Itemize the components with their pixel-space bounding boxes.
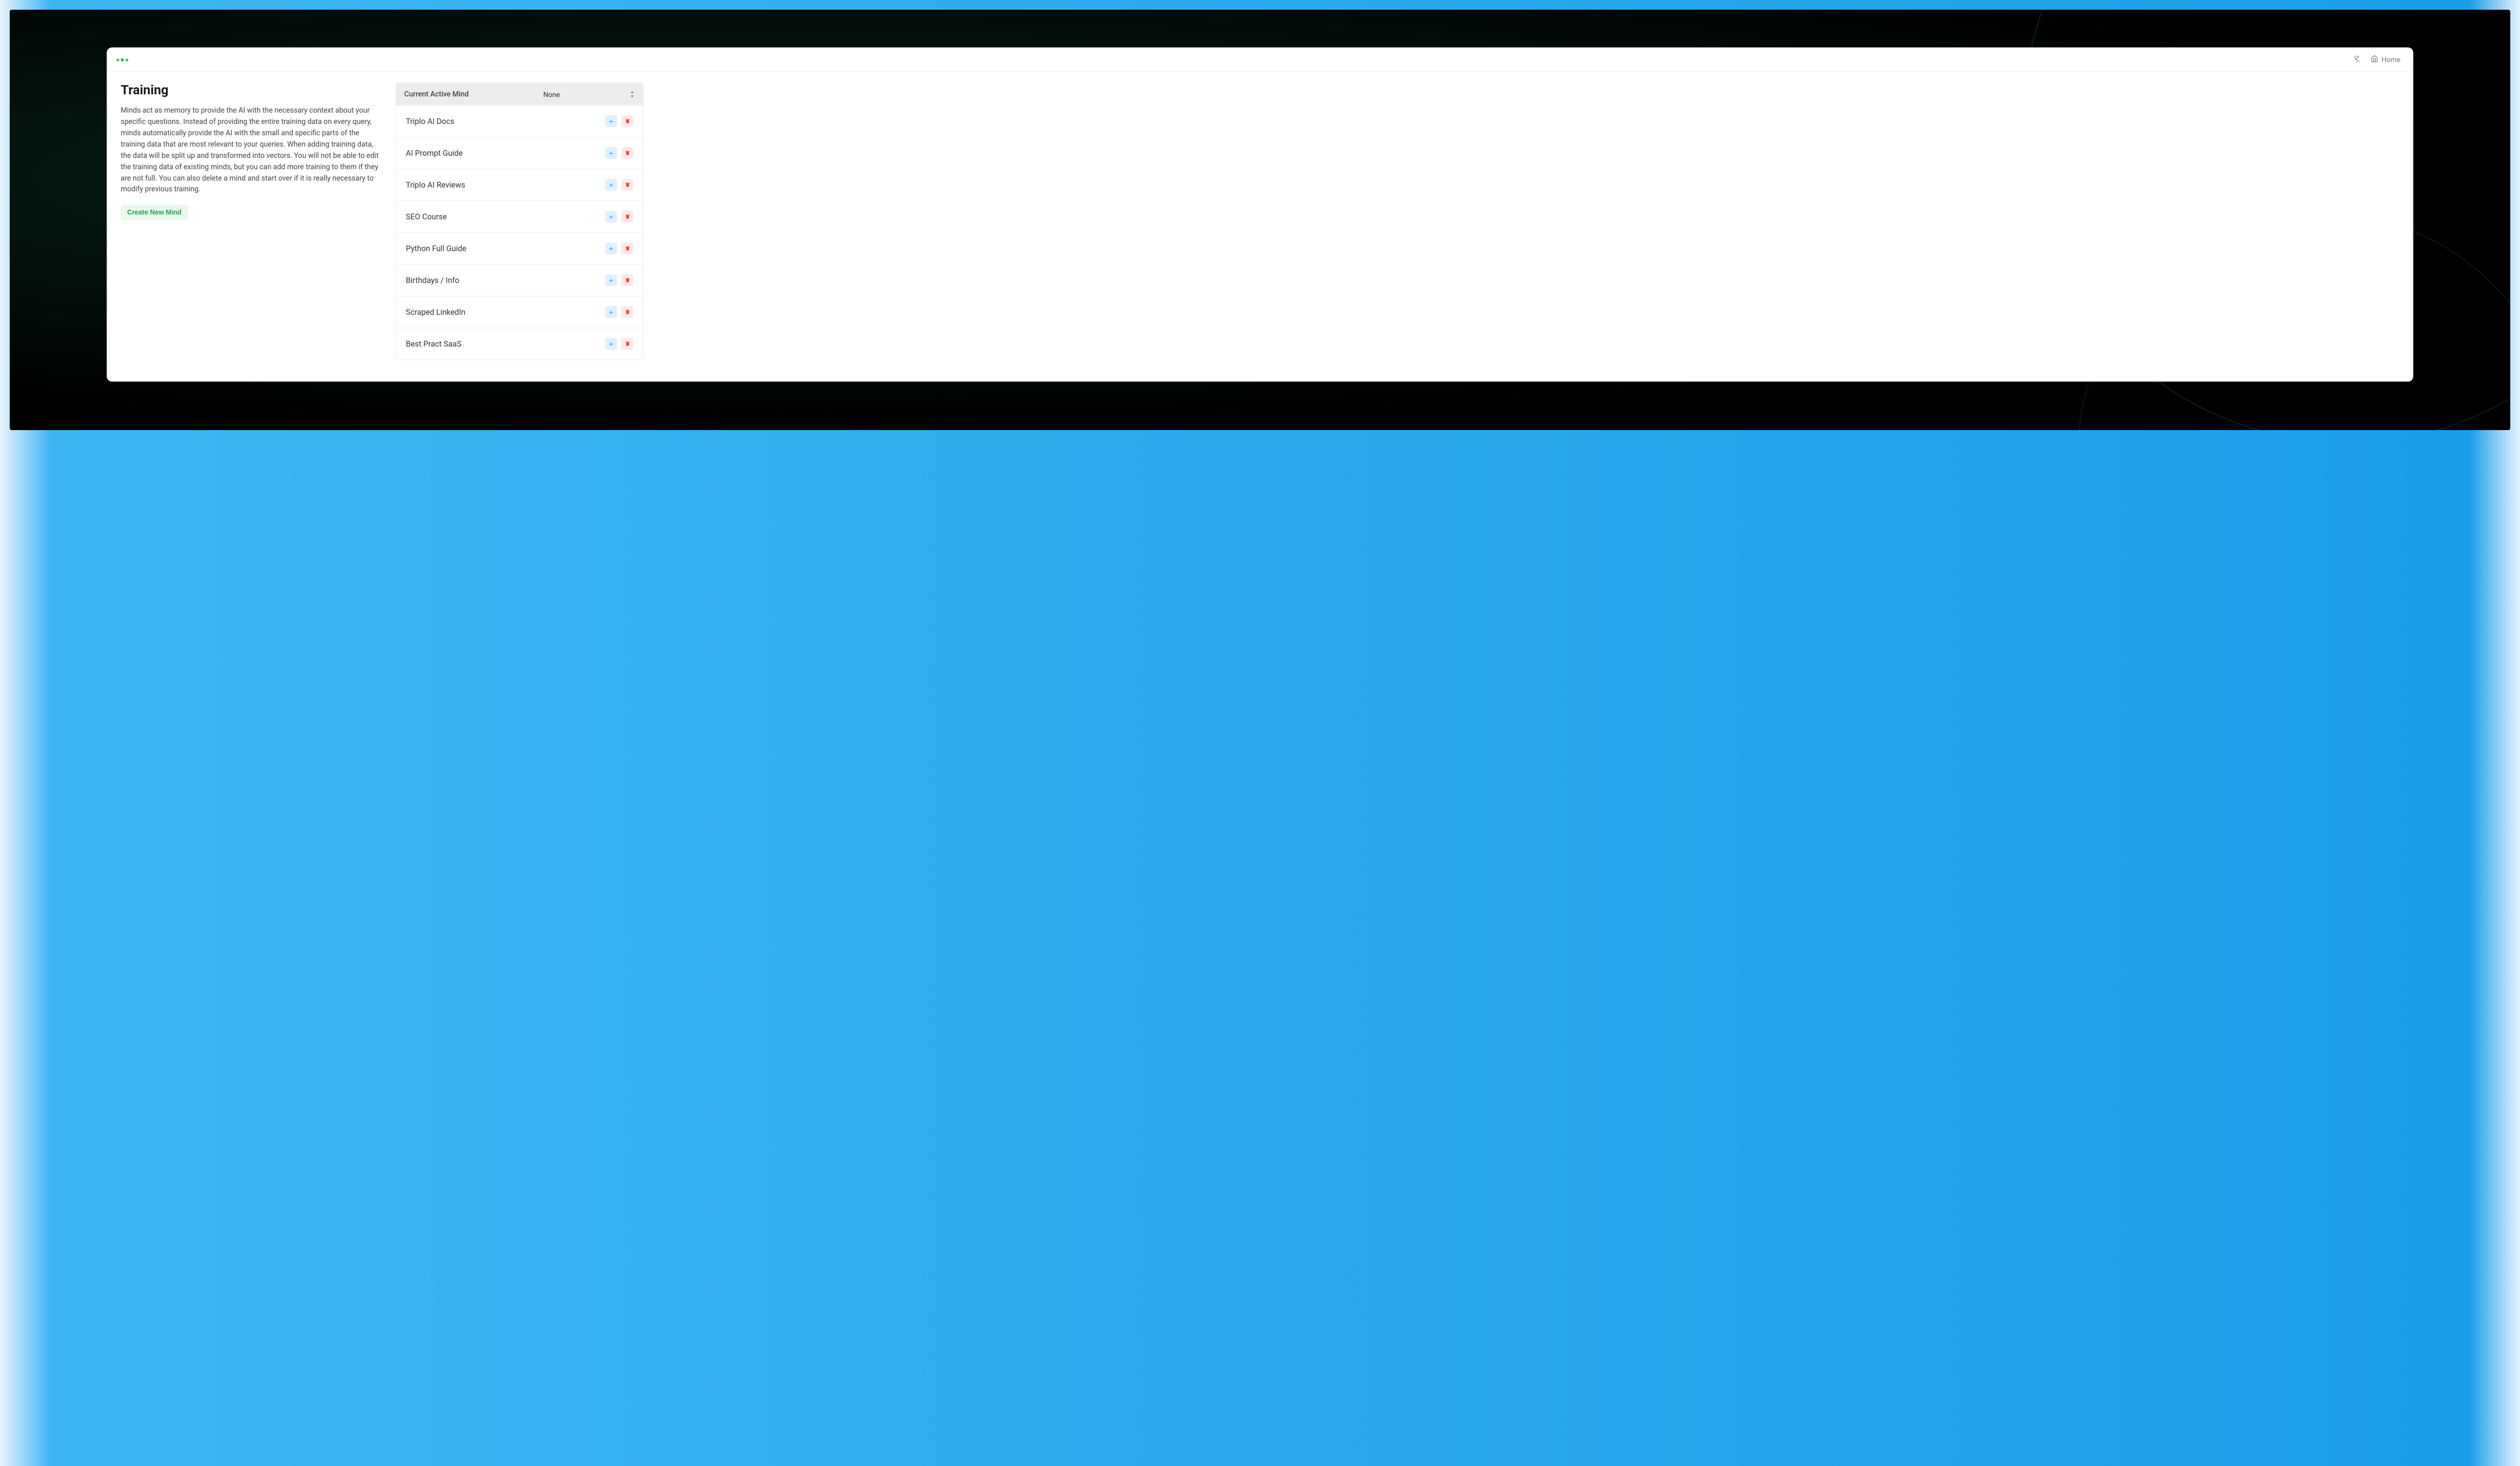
trash-icon [625, 149, 631, 157]
left-column: Training Minds act as memory to provide … [121, 82, 379, 371]
plus-icon: + [609, 212, 613, 221]
delete-mind-button[interactable] [621, 179, 633, 191]
minds-list: Triplo AI Docs + [396, 106, 643, 360]
add-training-button[interactable]: + [605, 115, 617, 127]
mind-actions: + [605, 243, 633, 254]
mind-row: Best Pract SaaS + [396, 328, 643, 359]
mind-name: AI Prompt Guide [406, 149, 463, 158]
app-window: Home Training Minds act as memory to pro… [107, 47, 2413, 382]
add-training-button[interactable]: + [605, 274, 617, 286]
create-new-mind-button[interactable]: Create New Mind [121, 205, 188, 220]
delete-mind-button[interactable] [621, 147, 633, 159]
trash-icon [625, 276, 631, 285]
delete-mind-button[interactable] [621, 274, 633, 286]
trash-icon [625, 181, 631, 189]
mind-name: Triplo AI Docs [406, 117, 454, 126]
delete-mind-button[interactable] [621, 115, 633, 127]
mind-actions: + [605, 274, 633, 286]
pin-off-icon [2353, 56, 2360, 65]
home-icon [2371, 55, 2378, 65]
trash-icon [625, 340, 631, 348]
trash-icon [625, 117, 631, 126]
delete-mind-button[interactable] [621, 211, 633, 223]
add-training-button[interactable]: + [605, 179, 617, 191]
mind-name: Scraped LinkedIn [406, 308, 466, 317]
trash-icon [625, 308, 631, 316]
plus-icon: + [609, 181, 613, 189]
mind-actions: + [605, 338, 633, 350]
mind-name: Triplo AI Reviews [406, 181, 465, 190]
right-column: Current Active Mind None T [396, 82, 643, 371]
delete-mind-button[interactable] [621, 306, 633, 318]
pin-button[interactable] [2350, 53, 2363, 66]
active-mind-selected-value: None [543, 91, 571, 99]
plus-icon: + [609, 149, 613, 157]
app-logo [116, 58, 128, 61]
mind-actions: + [605, 147, 633, 159]
title-bar: Home [107, 47, 2413, 72]
desktop-background: Home Training Minds act as memory to pro… [10, 10, 2510, 430]
mind-row: Triplo AI Docs + [396, 106, 643, 137]
home-link[interactable]: Home [2367, 53, 2404, 67]
active-mind-label: Current Active Mind [404, 90, 469, 99]
home-label: Home [2381, 56, 2400, 64]
mind-actions: + [605, 306, 633, 318]
add-training-button[interactable]: + [605, 306, 617, 318]
add-training-button[interactable]: + [605, 338, 617, 350]
add-training-button[interactable]: + [605, 211, 617, 223]
plus-icon: + [609, 340, 613, 348]
mind-row: AI Prompt Guide + [396, 137, 643, 169]
trash-icon [625, 244, 631, 253]
title-bar-actions: Home [2350, 53, 2404, 67]
mind-row: Birthdays / Info + [396, 265, 643, 296]
delete-mind-button[interactable] [621, 243, 633, 254]
mind-actions: + [605, 179, 633, 191]
mind-row: Triplo AI Reviews + [396, 169, 643, 201]
app-content: Training Minds act as memory to provide … [107, 72, 2413, 382]
page-description: Minds act as memory to provide the AI wi… [121, 105, 379, 195]
page-title: Training [121, 82, 379, 98]
delete-mind-button[interactable] [621, 338, 633, 350]
add-training-button[interactable]: + [605, 147, 617, 159]
mind-name: SEO Course [406, 212, 447, 222]
active-mind-bar: Current Active Mind None [396, 82, 643, 106]
mind-actions: + [605, 211, 633, 223]
mind-row: Scraped LinkedIn + [396, 296, 643, 328]
mind-row: Python Full Guide + [396, 233, 643, 265]
mind-name: Best Pract SaaS [406, 340, 461, 349]
mind-name: Birthdays / Info [406, 276, 459, 285]
mind-actions: + [605, 115, 633, 127]
trash-icon [625, 212, 631, 221]
plus-icon: + [609, 117, 613, 126]
add-training-button[interactable]: + [605, 243, 617, 254]
mind-name: Python Full Guide [406, 244, 466, 253]
active-mind-select[interactable]: None [543, 89, 635, 99]
mind-row: SEO Course + [396, 201, 643, 233]
plus-icon: + [609, 308, 613, 316]
plus-icon: + [609, 244, 613, 253]
select-chevron-icon [629, 91, 635, 98]
plus-icon: + [609, 276, 613, 285]
